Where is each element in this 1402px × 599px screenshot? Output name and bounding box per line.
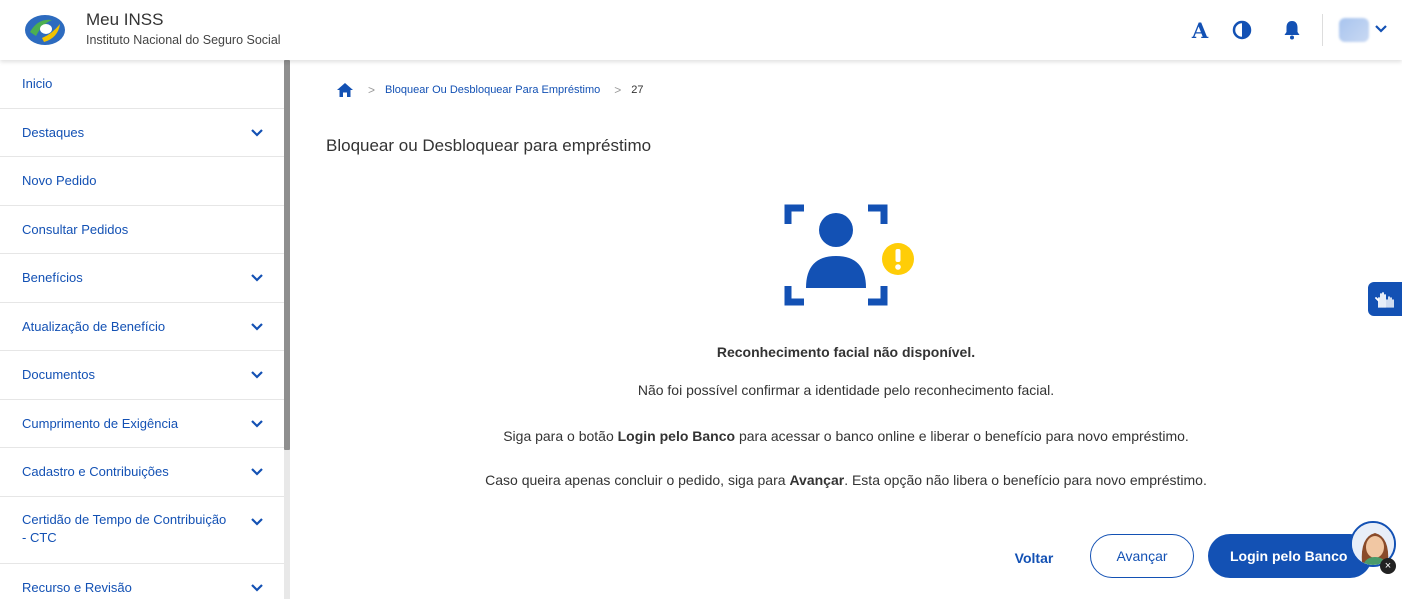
chevron-down-icon — [251, 468, 263, 476]
breadcrumb: > Bloquear Ou Desbloquear Para Empréstim… — [336, 80, 644, 100]
breadcrumb-link[interactable]: Bloquear Ou Desbloquear Para Empréstimo — [385, 84, 600, 96]
message-title: Reconhecimento facial não disponível. — [716, 344, 976, 360]
app-title: Meu INSS — [86, 10, 164, 29]
sign-language-icon — [1375, 292, 1394, 308]
message-bank-login: Siga para o botão Login pelo Banco para … — [290, 428, 1402, 444]
message-text: . Esta opção não libera o benefício para… — [844, 472, 1207, 488]
sidebar-item-label: Certidão de Tempo de Contribuição - CTC — [22, 512, 227, 545]
chevron-down-icon — [251, 128, 263, 137]
breadcrumb-separator: > — [368, 83, 376, 97]
chevron-down-icon — [251, 419, 263, 428]
sidebar-item-label: Consultar Pedidos — [22, 221, 129, 237]
sidebar-item-consultar-pedidos[interactable]: Consultar Pedidos — [0, 206, 284, 254]
chevron-down-icon — [251, 371, 263, 379]
sidebar-item-recurso-revisao[interactable]: Recurso e Revisão — [0, 564, 284, 599]
sidebar-item-inicio[interactable]: Inicio — [0, 60, 284, 109]
font-size-icon[interactable]: A — [1188, 17, 1212, 43]
app-subtitle: Instituto Nacional do Seguro Social — [86, 33, 281, 47]
sidebar-item-atualizacao-beneficio[interactable]: Atualização de Benefício — [0, 303, 284, 351]
chevron-down-icon — [251, 274, 263, 282]
message-next: Caso queira apenas concluir o pedido, si… — [290, 472, 1402, 488]
message-emphasis: Avançar — [789, 472, 845, 488]
sidebar-item-destaques[interactable]: Destaques — [0, 109, 284, 157]
bank-login-button[interactable]: Login pelo Banco — [1208, 534, 1372, 578]
inss-logo[interactable] — [22, 12, 68, 48]
sidebar-item-label: Novo Pedido — [22, 173, 97, 188]
home-icon[interactable] — [336, 82, 354, 98]
message-emphasis: Login pelo Banco — [617, 428, 736, 444]
sidebar-item-documentos[interactable]: Documentos — [0, 351, 284, 400]
bell-icon[interactable] — [1280, 17, 1304, 43]
sidebar-item-cadastro-contribuicoes[interactable]: Cadastro e Contribuições — [0, 448, 284, 497]
breadcrumb-separator: > — [614, 83, 622, 97]
sidebar-item-label: Cumprimento de Exigência — [22, 415, 179, 431]
chevron-down-icon — [251, 322, 263, 331]
user-avatar[interactable] — [1339, 18, 1369, 42]
contrast-icon[interactable] — [1230, 17, 1254, 43]
header-divider — [1322, 14, 1323, 46]
sidebar-item-label: Inicio — [22, 76, 53, 91]
sidebar-item-label: Benefícios — [22, 270, 83, 285]
sidebar-item-cumprimento-exigencia[interactable]: Cumprimento de Exigência — [0, 400, 284, 448]
sidebar-menu: Inicio Destaques Novo Pedido Consultar P… — [0, 60, 284, 599]
sidebar-item-ctc[interactable]: Certidão de Tempo de Contribuição - CTC — [0, 497, 284, 564]
back-button[interactable]: Voltar — [1006, 544, 1062, 572]
face-recognition-icon — [784, 204, 914, 306]
app-header: Meu INSS Instituto Nacional do Seguro So… — [0, 0, 1402, 60]
sidebar-item-label: Destaques — [22, 124, 85, 140]
page-title: Bloquear ou Desbloquear para empréstimo — [326, 136, 652, 155]
vlibras-button[interactable] — [1368, 282, 1402, 316]
message-text: Siga para o botão — [503, 428, 618, 444]
close-icon[interactable]: × — [1380, 558, 1396, 574]
chevron-down-icon — [251, 518, 263, 526]
sidebar-item-label: Documentos — [22, 367, 95, 382]
chevron-down-icon[interactable] — [1374, 22, 1388, 36]
breadcrumb-current: 27 — [631, 84, 644, 96]
chevron-down-icon — [251, 583, 263, 592]
message-identity: Não foi possível confirmar a identidade … — [637, 382, 1055, 398]
sidebar-item-novo-pedido[interactable]: Novo Pedido — [0, 157, 284, 206]
sidebar-item-label: Atualização de Benefício — [22, 318, 166, 334]
sidebar-item-label: Cadastro e Contribuições — [22, 464, 169, 479]
sidebar-item-beneficios[interactable]: Benefícios — [0, 254, 284, 303]
message-text: Caso queira apenas concluir o pedido, si… — [485, 472, 790, 488]
sidebar-item-label: Recurso e Revisão — [22, 579, 132, 595]
next-button[interactable]: Avançar — [1090, 534, 1194, 578]
message-text: para acessar o banco online e liberar o … — [735, 428, 1189, 444]
